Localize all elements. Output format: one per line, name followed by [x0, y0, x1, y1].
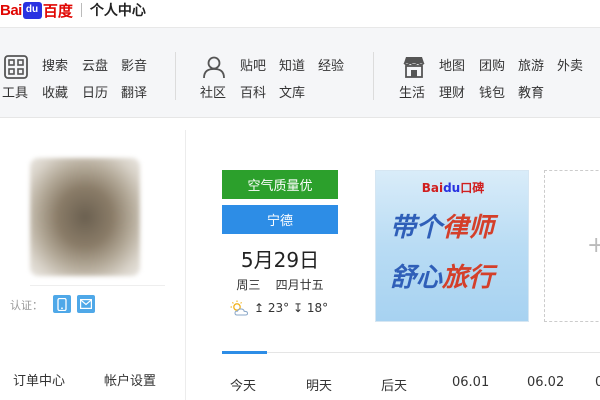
- avatar[interactable]: [30, 158, 140, 276]
- nav-tools-label[interactable]: 工具: [2, 82, 28, 101]
- tab-today[interactable]: 今天: [230, 375, 256, 394]
- nav-divider: [373, 52, 374, 100]
- service-nav: 工具 搜索 云盘 影音 收藏 日历 翻译 社区 贴吧 知道 经验 百科 文库 生…: [0, 28, 600, 118]
- nav-link-tieba[interactable]: 贴吧: [240, 55, 266, 74]
- nav-link-travel[interactable]: 旅游: [518, 55, 544, 74]
- nav-group-tools: 工具 搜索 云盘 影音 收藏 日历 翻译: [0, 28, 170, 118]
- verify-label: 认证：: [10, 299, 43, 312]
- nav-link-jingyan[interactable]: 经验: [318, 55, 344, 74]
- baidu-logo[interactable]: Bai du 百度 个人中心: [0, 0, 146, 20]
- promo-line-2: 舒心旅行: [390, 263, 495, 293]
- city-selector[interactable]: 宁德: [222, 205, 338, 234]
- account-settings-link[interactable]: 帐户设置: [104, 370, 156, 389]
- add-card[interactable]: +: [544, 170, 600, 322]
- weekday-text: 周三: [236, 278, 261, 292]
- partly-sunny-icon: [230, 300, 249, 316]
- user-icon[interactable]: [202, 55, 226, 79]
- header-divider: [80, 3, 82, 17]
- nav-link-wenku[interactable]: 文库: [279, 82, 305, 101]
- order-center-link[interactable]: 订单中心: [13, 370, 65, 389]
- nav-link-takeout[interactable]: 外卖: [557, 55, 583, 74]
- nav-community-label[interactable]: 社区: [200, 82, 226, 101]
- mail-icon[interactable]: [77, 295, 95, 313]
- nav-link-search[interactable]: 搜索: [42, 55, 68, 74]
- weather-forecast: ↥ 23° ↧ 18°: [230, 298, 328, 318]
- page-title: 个人中心: [89, 3, 146, 19]
- date-display: 5月29日: [240, 248, 320, 272]
- nav-link-map[interactable]: 地图: [439, 55, 465, 74]
- plus-icon[interactable]: +: [587, 233, 600, 258]
- temp-low: 18°: [306, 301, 329, 315]
- paw-icon: du: [22, 1, 42, 19]
- logo-baidu-text: 百度: [42, 1, 73, 20]
- nav-link-video[interactable]: 影音: [121, 55, 147, 74]
- tab-next[interactable]: 06: [595, 375, 600, 390]
- nav-group-life: 生活 地图 团购 旅游 外卖 理财 钱包 教育: [395, 28, 600, 118]
- lunar-date-text: 四月廿五: [275, 278, 324, 292]
- nav-link-cloud[interactable]: 云盘: [82, 55, 108, 74]
- phone-icon[interactable]: [53, 295, 71, 313]
- air-quality-badge: 空气质量优: [222, 170, 338, 199]
- top-header: Bai du 百度 个人中心: [0, 0, 600, 28]
- nav-divider: [175, 52, 176, 100]
- nav-life-label[interactable]: 生活: [399, 82, 425, 101]
- nav-link-favorites[interactable]: 收藏: [42, 82, 68, 101]
- nav-link-baike[interactable]: 百科: [240, 82, 266, 101]
- profile-divider: [30, 285, 165, 286]
- weekday-lunar: 周三 四月廿五: [222, 276, 338, 293]
- profile-panel: 认证： 订单中心 帐户设置: [0, 130, 186, 400]
- nav-link-zhidao[interactable]: 知道: [279, 55, 305, 74]
- nav-link-education[interactable]: 教育: [518, 82, 544, 101]
- promo-banner[interactable]: Baidu口碑 带个律师 舒心旅行: [375, 170, 529, 322]
- store-icon[interactable]: [402, 55, 426, 79]
- tab-0601[interactable]: 06.01: [452, 375, 489, 390]
- tab-day-after[interactable]: 后天: [381, 375, 407, 394]
- tab-0602[interactable]: 06.02: [527, 375, 564, 390]
- tabs-divider: [222, 352, 600, 353]
- nav-link-finance[interactable]: 理财: [439, 82, 465, 101]
- nav-link-calendar[interactable]: 日历: [82, 82, 108, 101]
- nav-link-group-buy[interactable]: 团购: [479, 55, 505, 74]
- promo-brand: Baidu口碑: [421, 181, 485, 195]
- nav-group-community: 社区 贴吧 知道 经验 百科 文库: [190, 28, 370, 118]
- logo-bai-text: Bai: [0, 1, 22, 19]
- promo-line-1: 带个律师: [390, 213, 495, 243]
- nav-link-wallet[interactable]: 钱包: [479, 82, 505, 101]
- temp-high-arrow: ↥: [254, 301, 268, 315]
- tab-tomorrow[interactable]: 明天: [306, 375, 332, 394]
- temp-low-arrow: ↧: [289, 301, 307, 315]
- active-tab-indicator: [222, 351, 267, 354]
- nav-link-translate[interactable]: 翻译: [121, 82, 147, 101]
- grid-icon[interactable]: [4, 55, 28, 79]
- temp-high: 23°: [267, 301, 290, 315]
